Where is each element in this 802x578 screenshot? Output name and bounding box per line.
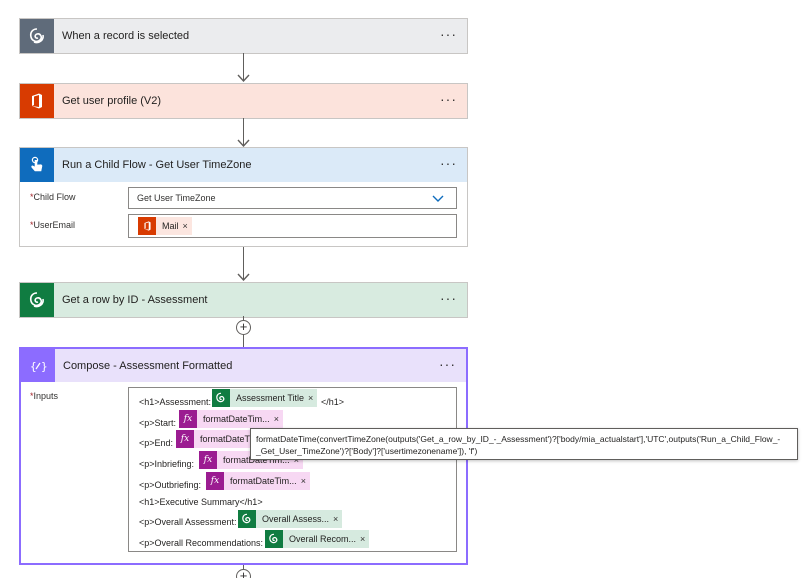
svg-text:{: { xyxy=(30,360,37,373)
token-label: Assessment Title xyxy=(236,393,305,403)
remove-token-button[interactable]: × xyxy=(308,393,317,403)
touch-icon xyxy=(20,148,54,182)
token-label: formatDateTim... xyxy=(230,476,297,486)
dynamic-content-token[interactable]: Overall Assess... × xyxy=(238,510,343,528)
mail-token[interactable]: Mail × xyxy=(138,217,192,235)
more-options-button[interactable]: ··· xyxy=(439,357,456,371)
remove-token-button[interactable]: × xyxy=(301,476,310,486)
step-title: Get user profile (V2) xyxy=(62,95,162,107)
input-line-text: <p>End: xyxy=(139,438,174,448)
dataverse-icon xyxy=(20,19,54,53)
expression-tooltip: formatDateTime(convertTimeZone(outputs('… xyxy=(250,428,798,460)
svg-text:}: } xyxy=(41,360,47,373)
fx-icon: fx xyxy=(199,451,217,469)
remove-token-button[interactable]: × xyxy=(183,221,192,231)
token-label: Overall Recom... xyxy=(289,534,357,544)
compose-icon: {} xyxy=(21,349,55,382)
token-label: formatDateTim... xyxy=(203,414,270,424)
remove-token-button[interactable]: × xyxy=(274,414,283,424)
input-line-text: <p>Inbriefing: xyxy=(139,459,195,469)
token-label: Mail xyxy=(162,221,179,231)
input-line-text: <h1>Executive Summary</h1> xyxy=(139,497,263,507)
more-options-button[interactable]: ··· xyxy=(440,92,457,106)
fx-icon: fx xyxy=(206,472,224,490)
input-line-text: <p>Overall Assessment: xyxy=(139,517,237,527)
remove-token-button[interactable]: × xyxy=(333,514,342,524)
fx-icon: fx xyxy=(176,430,194,448)
input-line-suffix: </h1> xyxy=(321,397,345,407)
expression-token[interactable]: fx formatDateTi xyxy=(176,430,256,448)
remove-token-button[interactable]: × xyxy=(360,534,369,544)
dataverse-icon xyxy=(20,283,54,317)
expression-token[interactable]: fx formatDateTim... × xyxy=(179,410,283,428)
user-email-label: *UserEmail xyxy=(30,220,76,230)
step-card-trigger[interactable]: When a record is selected ··· xyxy=(19,18,468,54)
dynamic-content-token[interactable]: Assessment Title × xyxy=(212,389,318,407)
office-icon xyxy=(20,84,54,118)
fx-icon: fx xyxy=(179,410,197,428)
expression-token[interactable]: fx formatDateTim... × xyxy=(206,472,310,490)
insert-step-button[interactable]: + xyxy=(236,569,251,578)
inputs-label: *Inputs xyxy=(30,391,59,401)
dataverse-icon xyxy=(238,510,256,528)
step-card-get-row[interactable]: Get a row by ID - Assessment ··· xyxy=(19,282,468,318)
step-title: When a record is selected xyxy=(62,30,190,42)
arrow-down-icon xyxy=(237,273,250,281)
input-line-text: <p>Overall Recommendations: xyxy=(139,538,264,548)
step-title: Run a Child Flow - Get User TimeZone xyxy=(62,159,252,171)
more-options-button[interactable]: ··· xyxy=(440,156,457,170)
step-title: Get a row by ID - Assessment xyxy=(62,294,208,306)
token-label: Overall Assess... xyxy=(262,514,330,524)
office-icon xyxy=(138,217,156,235)
dynamic-content-token[interactable]: Overall Recom... × xyxy=(265,530,370,548)
input-line-text: <p>Outbriefing: xyxy=(139,480,202,490)
chevron-down-icon xyxy=(432,195,444,202)
step-card-get-user-profile[interactable]: Get user profile (V2) ··· xyxy=(19,83,468,119)
step-title: Compose - Assessment Formatted xyxy=(63,359,233,372)
dataverse-icon xyxy=(212,389,230,407)
arrow-down-icon xyxy=(237,74,250,82)
input-line-text: <h1>Assessment: xyxy=(139,397,212,407)
input-line-text: <p>Start: xyxy=(139,418,177,428)
more-options-button[interactable]: ··· xyxy=(440,27,457,41)
child-flow-select[interactable]: Get User TimeZone xyxy=(128,187,457,209)
arrow-down-icon xyxy=(237,139,250,147)
insert-step-button[interactable]: + xyxy=(236,320,251,335)
more-options-button[interactable]: ··· xyxy=(440,291,457,305)
dataverse-icon xyxy=(265,530,283,548)
token-label: formatDateTi xyxy=(200,434,252,444)
child-flow-value: Get User TimeZone xyxy=(137,193,216,203)
child-flow-label: *Child Flow xyxy=(30,192,76,202)
